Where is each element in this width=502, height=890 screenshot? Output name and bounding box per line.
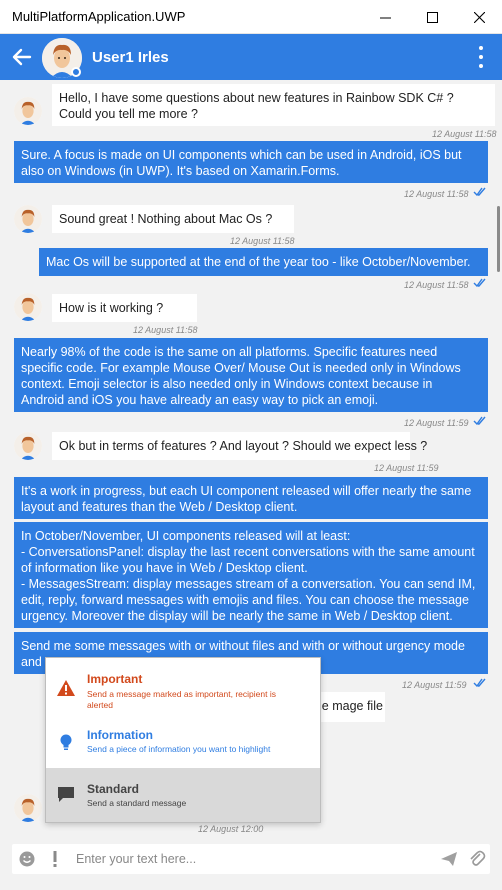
person-avatar-icon	[14, 432, 42, 460]
person-avatar-icon	[14, 205, 42, 233]
maximize-icon	[426, 11, 438, 23]
person-avatar-icon	[14, 293, 42, 321]
message-bubble-outgoing[interactable]: It's a work in progress, but each UI com…	[14, 477, 488, 519]
minimize-icon	[379, 17, 391, 18]
sender-avatar[interactable]	[14, 794, 42, 822]
conversation-header: User1 Irles	[0, 34, 502, 80]
scrollbar-thumb[interactable]	[497, 206, 500, 272]
message-timestamp: 12 August 11:59	[374, 463, 439, 473]
message-bubble-outgoing[interactable]: Sure. A focus is made on UI components w…	[14, 141, 488, 183]
sender-avatar[interactable]	[14, 293, 42, 321]
message-timestamp: 12 August 11:59	[404, 418, 469, 428]
urgency-menu: Important Send a message marked as impor…	[45, 657, 321, 823]
sender-avatar[interactable]	[14, 432, 42, 460]
composer-bar	[0, 842, 502, 890]
message-bubble-outgoing[interactable]: Mac Os will be supported at the end of t…	[39, 248, 488, 276]
message-bubble-incoming[interactable]: How is it working ?	[52, 294, 197, 322]
message-timestamp: 12 August 12:00	[198, 824, 264, 834]
close-button[interactable]	[456, 0, 502, 34]
message-timestamp: 12 August 11:59	[402, 680, 467, 690]
message-input[interactable]	[76, 850, 426, 868]
urgency-option-important[interactable]: Important Send a message marked as impor…	[46, 662, 320, 716]
sender-avatar[interactable]	[14, 97, 42, 125]
message-timestamp: 12 August 11:58	[404, 189, 469, 199]
composer-box	[12, 844, 490, 874]
message-timestamp: 12 August 11:58	[230, 236, 295, 246]
window-title: MultiPlatformApplication.UWP	[12, 9, 186, 24]
message-bubble-outgoing[interactable]: In October/November, UI components relea…	[14, 522, 488, 628]
message-timestamp: 12 August 11:58	[133, 325, 198, 335]
urgency-option-standard[interactable]: Standard Send a standard message	[46, 768, 320, 822]
lightbulb-icon	[60, 734, 72, 750]
minimize-button[interactable]	[362, 0, 408, 34]
warning-icon	[57, 680, 75, 696]
message-timestamp: 12 August 11:58	[404, 280, 469, 290]
back-arrow-icon[interactable]	[10, 45, 34, 69]
read-receipt-icon	[473, 278, 486, 288]
more-options-icon[interactable]	[474, 46, 488, 68]
message-bubble-outgoing[interactable]: Nearly 98% of the code is the same on al…	[14, 338, 488, 412]
maximize-button[interactable]	[409, 0, 455, 34]
close-icon	[473, 11, 485, 23]
read-receipt-icon	[473, 416, 486, 426]
presence-indicator	[71, 67, 81, 77]
attachment-icon[interactable]	[468, 850, 486, 868]
person-avatar-icon	[14, 794, 42, 822]
message-bubble-incoming[interactable]: Sound great ! Nothing about Mac Os ?	[52, 205, 294, 233]
contact-name: User1 Irles	[92, 49, 169, 66]
sender-avatar[interactable]	[14, 205, 42, 233]
send-icon[interactable]	[440, 850, 458, 868]
emoji-icon[interactable]	[18, 850, 36, 868]
read-receipt-icon	[473, 187, 486, 197]
window-title-bar: MultiPlatformApplication.UWP	[0, 0, 502, 34]
message-timestamp: 12 August 11:58	[432, 129, 497, 139]
chat-bubble-icon	[58, 787, 74, 802]
message-bubble-incoming[interactable]: Ok but in terms of features ? And layout…	[52, 432, 427, 460]
person-avatar-icon	[14, 97, 42, 125]
message-bubble-incoming[interactable]: Hello, I have some questions about new f…	[52, 84, 495, 126]
urgency-icon[interactable]	[46, 850, 64, 868]
read-receipt-icon	[473, 678, 486, 688]
